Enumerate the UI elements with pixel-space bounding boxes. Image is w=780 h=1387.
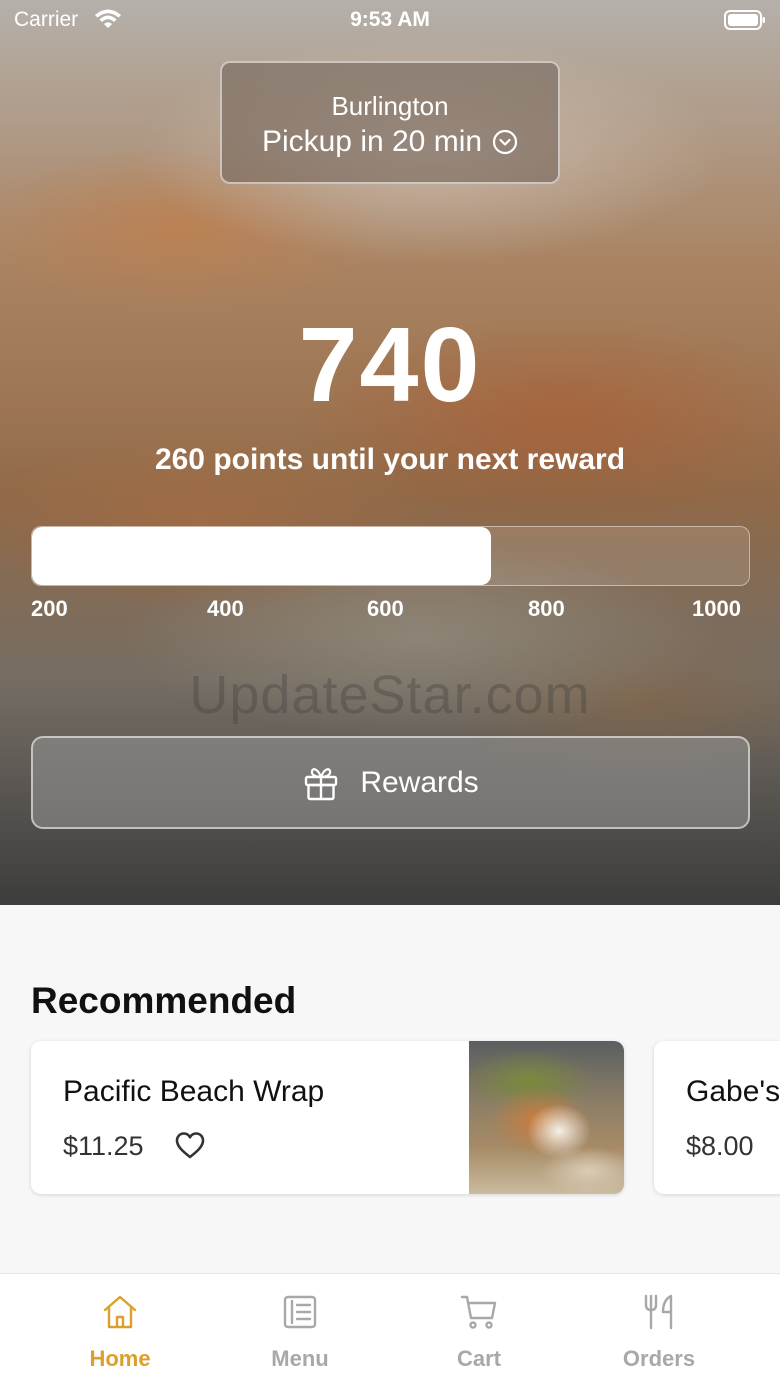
cart-icon [460, 1295, 497, 1329]
progress-tick: 1000 [692, 596, 741, 621]
rewards-progress-fill [32, 527, 491, 585]
pickup-label: Pickup in 20 min [261, 125, 483, 158]
item-name: Pacific Beach Wrap [63, 1075, 325, 1108]
rewards-button-label: Rewards [360, 765, 479, 799]
menu-icon [283, 1295, 317, 1329]
chevron-down-circle-icon [492, 129, 518, 155]
location-name: Burlington [331, 91, 449, 121]
recommended-item-card[interactable]: Gabe's $8.00 [654, 1041, 780, 1194]
tab-label: Orders [622, 1346, 696, 1371]
tab-orders[interactable]: Orders [569, 1274, 749, 1387]
tab-home[interactable]: Home [30, 1274, 210, 1387]
hero-banner: Carrier 9:53 AM Burlington Pickup in 20 … [0, 0, 780, 905]
points-balance: 740 [298, 306, 482, 424]
battery-icon [724, 10, 765, 30]
item-name: Gabe's [686, 1075, 780, 1108]
progress-tick: 600 [367, 596, 404, 621]
rewards-button[interactable]: Rewards [31, 736, 750, 829]
heart-icon[interactable] [174, 1130, 206, 1160]
tab-label: Menu [271, 1346, 329, 1371]
tab-bar: Home Menu Cart Orders [0, 1273, 780, 1387]
home-icon [103, 1295, 137, 1329]
pickup-time: Pickup in 20 min [222, 125, 558, 159]
progress-tick: 400 [207, 596, 244, 621]
item-price: $11.25 [63, 1131, 144, 1161]
tab-menu[interactable]: Menu [210, 1274, 390, 1387]
watermark: UpdateStar.com [189, 665, 591, 725]
location-selector[interactable]: Burlington Pickup in 20 min [220, 61, 560, 184]
tab-label: Home [89, 1346, 151, 1371]
section-title-recommended: Recommended [31, 980, 297, 1021]
progress-tick: 200 [31, 596, 68, 621]
tab-cart[interactable]: Cart [389, 1274, 569, 1387]
recommended-item-card[interactable]: Pacific Beach Wrap $11.25 [31, 1041, 624, 1194]
gift-icon [305, 767, 338, 800]
item-price: $8.00 [686, 1131, 754, 1161]
rewards-progress-bar [31, 526, 750, 586]
tab-label: Cart [456, 1346, 501, 1371]
item-image [469, 1041, 624, 1194]
status-bar: Carrier 9:53 AM [0, 0, 780, 40]
points-until-reward: 260 points until your next reward [154, 443, 626, 476]
progress-tick: 800 [528, 596, 565, 621]
utensils-icon [644, 1294, 673, 1330]
status-time: 9:53 AM [350, 8, 430, 31]
